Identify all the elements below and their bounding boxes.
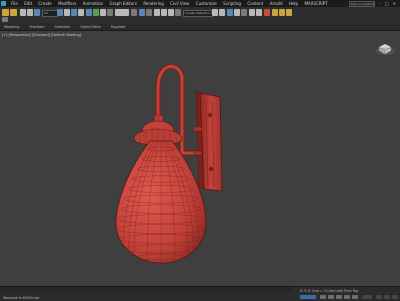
- menu-rendering[interactable]: Rendering: [140, 0, 167, 7]
- material-editor-icon[interactable]: [264, 9, 270, 16]
- tab-selection[interactable]: Selection: [55, 25, 71, 29]
- current-frame-field[interactable]: [362, 295, 372, 299]
- menu-scripting[interactable]: Scripting: [220, 0, 244, 7]
- menu-content[interactable]: Content: [244, 0, 266, 7]
- tab-object-paint[interactable]: Object Paint: [80, 25, 101, 29]
- render-setup-icon[interactable]: [272, 9, 278, 16]
- menu-create[interactable]: Create: [35, 0, 55, 7]
- placement-icon[interactable]: [107, 9, 113, 16]
- menu-help[interactable]: Help: [286, 0, 302, 7]
- selection-filter-dropdown[interactable]: All: [42, 9, 58, 17]
- rendered-frame-window-icon[interactable]: [279, 9, 285, 16]
- menu-graph-editors[interactable]: Graph Editors: [106, 0, 140, 7]
- tab-populate[interactable]: Populate: [111, 25, 126, 29]
- move-icon[interactable]: [86, 9, 92, 16]
- perspective-viewport[interactable]: [+] [Perspective] [Standard] [Default Sh…: [0, 31, 400, 286]
- layer-explorer-icon[interactable]: [234, 9, 240, 16]
- lamp-bulb: [115, 140, 207, 264]
- rotate-icon[interactable]: [93, 9, 99, 16]
- curve-editor-icon[interactable]: [249, 9, 255, 16]
- select-object-icon[interactable]: [57, 9, 63, 16]
- search-input[interactable]: Type a keyword: [348, 0, 375, 7]
- go-to-start-icon[interactable]: [320, 295, 326, 299]
- go-to-end-icon[interactable]: [352, 295, 358, 299]
- scale-icon[interactable]: [100, 9, 106, 16]
- wall-plate: [195, 90, 223, 192]
- wall-lamp-model[interactable]: [0, 31, 400, 286]
- menu-bar: File Edit Create Modifiers Animation Gra…: [8, 0, 331, 7]
- tab-modeling[interactable]: Modeling: [4, 25, 19, 29]
- maximize-viewport-icon[interactable]: [392, 295, 398, 299]
- menu-arnold[interactable]: Arnold: [266, 0, 285, 7]
- coordinate-readout: X: Y: Z: Grid = 10.0cm Add Time Tag: [300, 289, 358, 293]
- auto-key-button[interactable]: [300, 295, 316, 299]
- graphite-toolbar-icon[interactable]: [241, 9, 247, 16]
- window-crossing-icon[interactable]: [78, 9, 84, 16]
- maximize-icon[interactable]: □: [385, 0, 389, 7]
- menu-file[interactable]: File: [8, 0, 21, 7]
- percent-snap-icon[interactable]: [168, 9, 174, 16]
- redo-icon[interactable]: [10, 9, 17, 16]
- undo-icon[interactable]: [2, 9, 9, 16]
- maxscript-listener[interactable]: Welcome to MAXScript: [3, 296, 39, 300]
- unlink-icon[interactable]: [27, 9, 33, 16]
- pivot-center-icon[interactable]: [131, 9, 137, 16]
- menu-civil-view[interactable]: Civil View: [167, 0, 193, 7]
- menu-maxscript[interactable]: MAXSCRIPT: [301, 0, 330, 7]
- status-bar: Welcome to MAXScript X: Y: Z: Grid = 10.…: [0, 286, 400, 301]
- main-toolbar: All Create Selection Se: [0, 7, 400, 24]
- link-icon[interactable]: [20, 9, 26, 16]
- next-frame-icon[interactable]: [344, 295, 350, 299]
- schematic-view-icon[interactable]: [256, 9, 262, 16]
- ribbon-tabs: Modeling Freeform Selection Object Paint…: [0, 23, 400, 31]
- named-selection-sets-dropdown[interactable]: Create Selection Se: [183, 9, 213, 17]
- window-controls: Type a keyword – □ ✕: [348, 0, 400, 7]
- rectangle-selection-icon[interactable]: [71, 9, 77, 16]
- play-icon[interactable]: [336, 295, 342, 299]
- pan-icon[interactable]: [376, 295, 382, 299]
- keyboard-shortcut-override-icon[interactable]: [146, 9, 152, 16]
- ribbon-toggle-icon[interactable]: [2, 17, 8, 22]
- previous-frame-icon[interactable]: [328, 295, 334, 299]
- menu-animation[interactable]: Animation: [80, 0, 107, 7]
- align-icon[interactable]: [219, 9, 225, 16]
- close-icon[interactable]: ✕: [393, 0, 396, 7]
- angle-snap-icon[interactable]: [161, 9, 167, 16]
- orbit-icon[interactable]: [384, 295, 390, 299]
- select-by-name-icon[interactable]: [64, 9, 70, 16]
- select-manipulate-icon[interactable]: [139, 9, 145, 16]
- title-bar: File Edit Create Modifiers Animation Gra…: [0, 0, 400, 7]
- minimize-icon[interactable]: –: [379, 0, 381, 7]
- timeline-slider[interactable]: [0, 287, 292, 291]
- snaps-toggle-icon[interactable]: [154, 9, 160, 16]
- menu-edit[interactable]: Edit: [21, 0, 35, 7]
- bind-space-warp-icon[interactable]: [34, 9, 40, 16]
- reference-coordinate-dropdown[interactable]: [115, 9, 129, 16]
- menu-modifiers[interactable]: Modifiers: [55, 0, 80, 7]
- spinner-snap-icon[interactable]: [175, 9, 181, 16]
- app-logo-icon[interactable]: [1, 1, 6, 6]
- lamp-cap: [133, 114, 183, 146]
- tab-freeform[interactable]: Freeform: [29, 25, 44, 29]
- scene-explorer-icon[interactable]: [227, 9, 233, 16]
- menu-customize[interactable]: Customize: [193, 0, 220, 7]
- mirror-icon[interactable]: [212, 9, 218, 16]
- render-production-icon[interactable]: [286, 9, 292, 16]
